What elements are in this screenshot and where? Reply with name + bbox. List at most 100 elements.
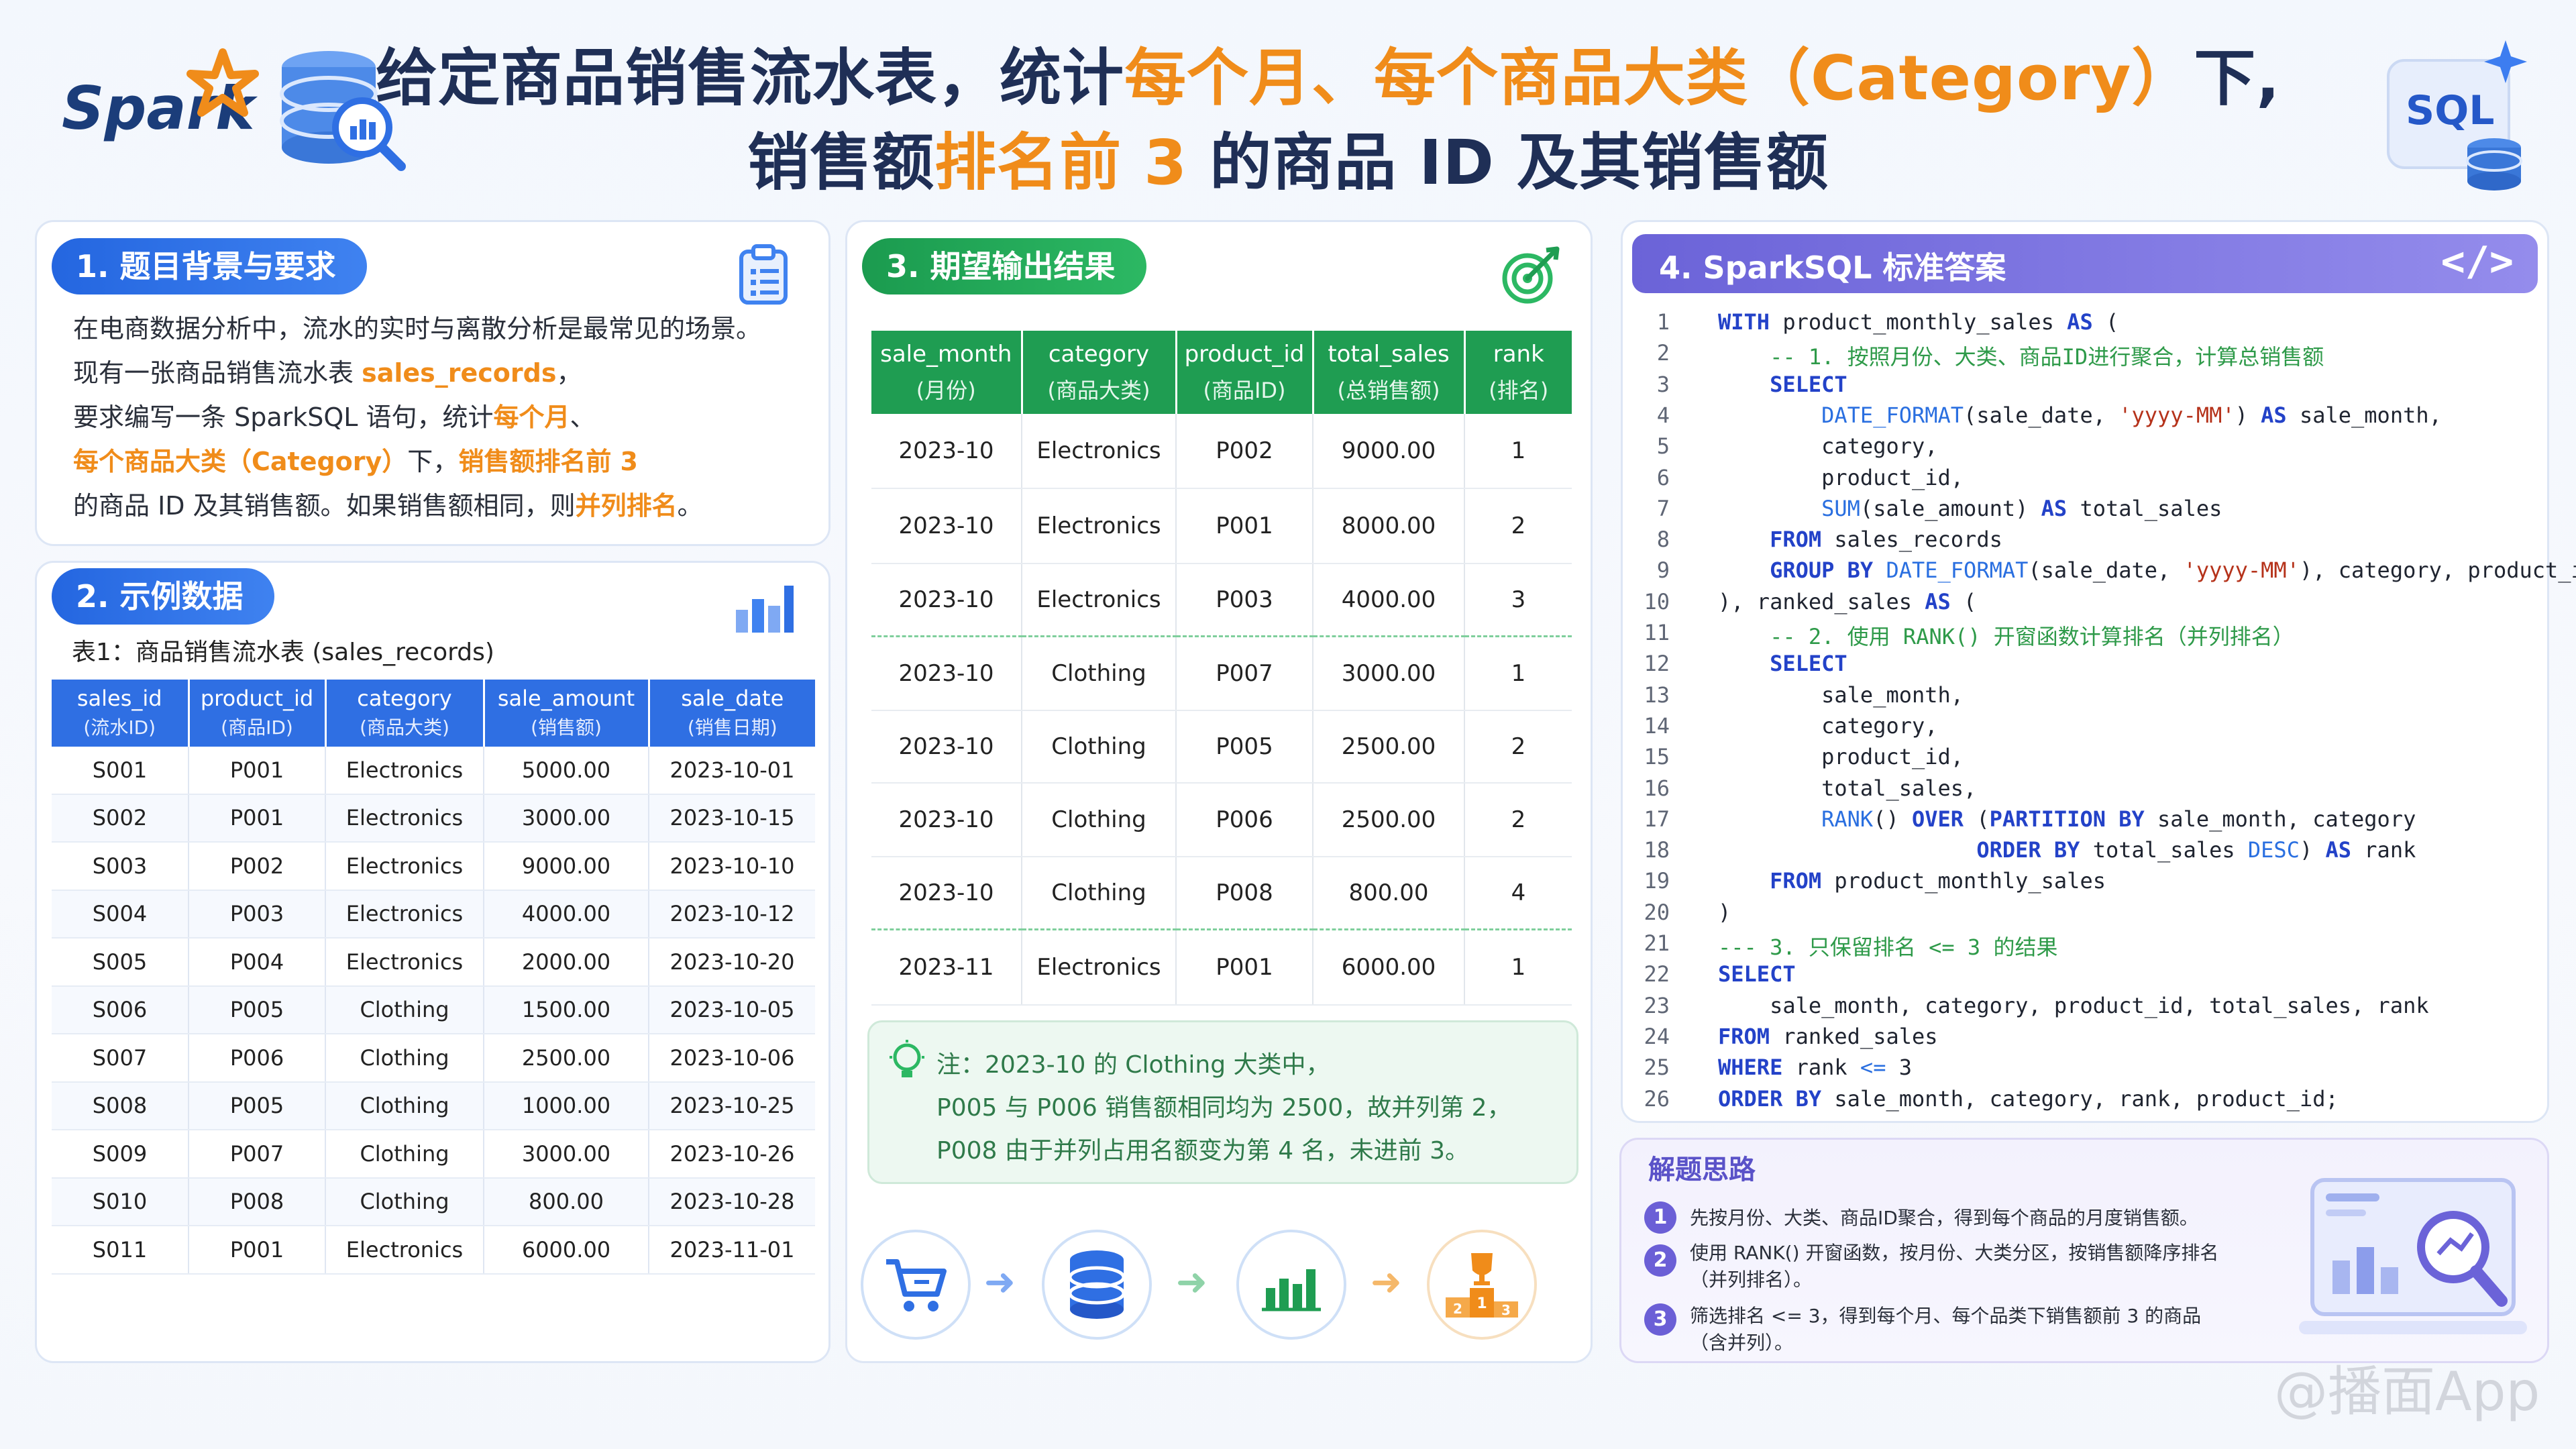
table-cell: P005 — [189, 985, 326, 1034]
step-3-text-2: （含并列）。 — [1690, 1332, 1794, 1354]
note-line-2: P005 与 P006 销售额相同均为 2500，故并列第 2， — [936, 1094, 1511, 1122]
code-line-number: 1 — [1656, 309, 1670, 335]
flow-arrow-2: ➜ — [1176, 1260, 1208, 1304]
table-cell: Clothing — [1022, 636, 1177, 711]
table-cell: 2023-10-26 — [649, 1130, 815, 1179]
table-cell: 2023-10 — [871, 488, 1022, 564]
code-line: SELECT — [1718, 961, 1796, 987]
header-name: sale_amount — [497, 686, 635, 711]
code-line: --- 3. 只保留排名 <= 3 的结果 — [1718, 934, 2058, 960]
table-cell: 2023-10 — [871, 636, 1022, 711]
header-name: rank — [1493, 341, 1544, 368]
header-name: sale_date — [681, 686, 784, 711]
table-cell: P008 — [189, 1177, 326, 1226]
table-row: S007 P006 Clothing 2500.00 2023-10-06 — [52, 1034, 815, 1083]
table-cell: 2023-10-06 — [649, 1034, 815, 1083]
background-line-1: 在电商数据分析中，流水的实时与离散分析是最常见的场景。 — [73, 314, 762, 343]
note-line-3: P008 由于并列占用名额变为第 4 名，未进前 3。 — [936, 1137, 1470, 1165]
table-cell: 1 — [1464, 636, 1572, 711]
table-cell: 2023-10-12 — [649, 890, 815, 938]
page-title-line-2: 销售额排名前 3 的商品 ID 及其销售额 — [747, 127, 1829, 199]
step-1-text: 先按月份、大类、商品ID聚合，得到每个商品的月度销售额。 — [1690, 1207, 2198, 1229]
table-cell: Clothing — [325, 985, 484, 1034]
table-cell: Clothing — [325, 1130, 484, 1179]
table-cell: 2023-10-20 — [649, 938, 815, 987]
table-cell: S008 — [52, 1081, 189, 1130]
code-line-number: 17 — [1644, 806, 1670, 832]
table-cell: P002 — [1176, 414, 1313, 489]
sales-table-header-3: sale_amount (销售额) — [484, 680, 650, 747]
code-line: SELECT — [1770, 371, 1847, 397]
table-cell: Electronics — [1022, 414, 1177, 489]
header-sub: (商品大类) — [360, 716, 449, 739]
table-cell: 2000.00 — [484, 938, 649, 987]
table-cell: 2500.00 — [1313, 710, 1465, 784]
code-line-number: 18 — [1644, 837, 1670, 863]
header-name: category — [1048, 341, 1150, 368]
table-cell: 4 — [1464, 857, 1572, 930]
table-cell: S009 — [52, 1130, 189, 1179]
table-cell: P007 — [189, 1130, 326, 1179]
table-cell: P001 — [1176, 929, 1313, 1006]
table-cell: 2500.00 — [484, 1034, 649, 1083]
table-row: S004 P003 Electronics 4000.00 2023-10-12 — [52, 890, 815, 938]
table-row: 2023-10 Clothing P005 2500.00 2 — [871, 710, 1572, 784]
spark-logo: Spark — [62, 47, 259, 148]
table-cell: S004 — [52, 890, 189, 938]
code-line-number: 15 — [1644, 744, 1670, 770]
table-cell: 2023-10-05 — [649, 985, 815, 1034]
code-line-number: 26 — [1644, 1085, 1670, 1112]
header-sub: (商品ID) — [1203, 378, 1286, 403]
code-line-number: 16 — [1644, 775, 1670, 801]
page-title-line-1: 给定商品销售流水表，统计每个月、每个商品大类（Category）下, — [376, 42, 2281, 114]
code-line: RANK() OVER (PARTITION BY sale_month, ca… — [1821, 806, 2416, 832]
table-cell: Clothing — [1022, 710, 1177, 784]
code-line: sale_month, category, product_id, total_… — [1718, 992, 2429, 1018]
table-cell: Electronics — [1022, 929, 1177, 1006]
lightbulb-icon — [890, 1040, 924, 1077]
code-line-number: 2 — [1656, 340, 1670, 366]
header-name: total_sales — [1328, 341, 1450, 368]
table-cell: P005 — [1176, 710, 1313, 784]
table-cell: 2500.00 — [1313, 783, 1465, 857]
clipboard-icon — [739, 244, 788, 305]
table-cell: 1000.00 — [484, 1081, 649, 1130]
code-line-number: 3 — [1656, 371, 1670, 397]
sales-table-header-1: product_id (商品ID) — [189, 680, 327, 747]
flow-arrow-3: ➜ — [1371, 1260, 1402, 1304]
table-cell: Electronics — [325, 1226, 484, 1275]
table-cell: P005 — [189, 1081, 326, 1130]
code-line: FROM ranked_sales — [1718, 1023, 1938, 1049]
table-cell: S002 — [52, 794, 189, 843]
code-line-number: 14 — [1644, 712, 1670, 739]
code-line-number: 6 — [1656, 464, 1670, 490]
table-cell: 2 — [1464, 710, 1572, 784]
table-cell: Electronics — [325, 890, 484, 938]
shopping-cart-icon — [886, 1259, 947, 1311]
output-table-header-1: category (商品大类) — [1022, 331, 1177, 414]
header-name: product_id — [200, 686, 314, 711]
sales-table-header-0: sales_id (流水ID) — [52, 680, 190, 747]
table-cell: P001 — [189, 747, 326, 795]
table-cell: 3000.00 — [484, 1130, 649, 1179]
solution-panel: 解题思路 1 先按月份、大类、商品ID聚合，得到每个商品的月度销售额。 2 使用… — [1619, 1138, 2549, 1363]
table-cell: 2023-10-10 — [649, 842, 815, 891]
sql-badge-label: SQL — [2406, 87, 2495, 134]
table-row: 2023-10 Clothing P006 2500.00 2 — [871, 783, 1572, 857]
table-row: S009 P007 Clothing 3000.00 2023-10-26 — [52, 1130, 815, 1179]
header-name: sales_id — [76, 686, 162, 711]
header-name: product_id — [1184, 341, 1305, 368]
code-line-number: 25 — [1644, 1055, 1670, 1081]
table-row: 2023-10 Clothing P007 3000.00 1 — [871, 636, 1572, 711]
table-cell: P004 — [189, 938, 326, 987]
table-cell: S010 — [52, 1177, 189, 1226]
code-line: WHERE rank <= 3 — [1718, 1055, 1912, 1081]
code-line-number: 21 — [1644, 930, 1670, 956]
table-cell: 6000.00 — [484, 1226, 649, 1275]
code-line: SELECT — [1770, 651, 1847, 677]
sales-records-table: sales_id (流水ID) product_id (商品ID) category (商… — [52, 680, 815, 1275]
code-line-number: 9 — [1656, 557, 1670, 584]
header-sub: (销售日期) — [687, 716, 777, 739]
code-line-number: 8 — [1656, 527, 1670, 553]
analytics-illustration-icon — [2299, 1178, 2527, 1334]
